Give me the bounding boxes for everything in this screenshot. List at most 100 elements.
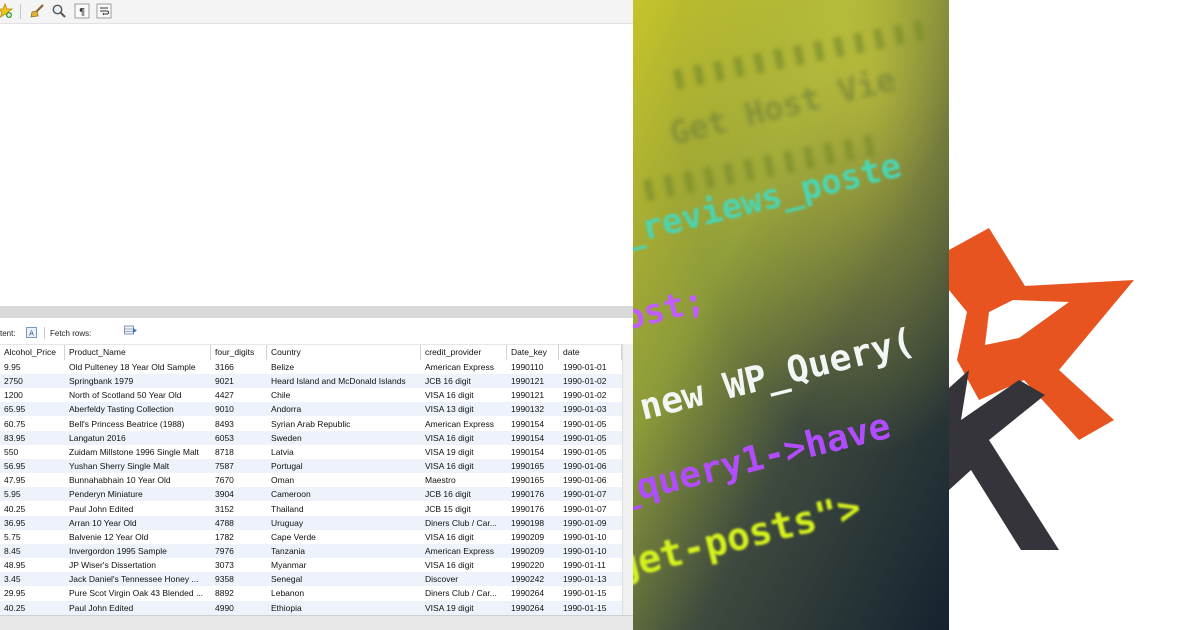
table-cell[interactable]: 3073 [211,558,267,572]
table-cell[interactable]: 1990176 [507,487,559,501]
table-cell[interactable]: Diners Club / Car... [421,586,507,600]
table-cell[interactable]: VISA 16 digit [421,431,507,445]
table-cell[interactable]: Syrian Arab Republic [267,417,421,431]
table-cell[interactable]: 1990-01-11 [559,558,622,572]
table-cell[interactable]: 1990-01-02 [559,388,622,402]
table-cell[interactable]: 83.95 [0,431,65,445]
table-cell[interactable]: Diners Club / Car... [421,516,507,530]
table-cell[interactable]: 8.45 [0,544,65,558]
table-cell[interactable]: JP Wiser's Dissertation [65,558,211,572]
table-cell[interactable]: 3904 [211,487,267,501]
table-cell[interactable]: Arran 10 Year Old [65,516,211,530]
table-row[interactable]: 1200 North of Scotland 50 Year Old 4427 Chi… [0,388,622,403]
column-header[interactable]: Date_key [507,345,559,360]
column-header[interactable]: Alcohol_Price [0,345,65,360]
table-cell[interactable]: 4990 [211,601,267,615]
table-cell[interactable]: Maestro [421,473,507,487]
table-cell[interactable]: 1990198 [507,516,559,530]
table-cell[interactable]: 1990-01-05 [559,445,622,459]
table-cell[interactable]: 7670 [211,473,267,487]
table-cell[interactable]: Cape Verde [267,530,421,544]
table-cell[interactable]: 1990176 [507,502,559,516]
table-cell[interactable]: 1990154 [507,431,559,445]
vertical-scrollbar[interactable] [622,344,633,616]
table-cell[interactable]: Paul John Edited [65,502,211,516]
table-cell[interactable]: 1990-01-09 [559,516,622,530]
table-cell[interactable]: Yushan Sherry Single Malt [65,459,211,473]
table-row[interactable]: 5.75 Balvenie 12 Year Old 1782 Cape Verde VI… [0,529,622,544]
table-cell[interactable]: 1990-01-05 [559,431,622,445]
table-cell[interactable]: 3166 [211,360,267,374]
table-cell[interactable]: Pure Scot Virgin Oak 43 Blended ... [65,586,211,600]
column-header[interactable]: four_digits [211,345,267,360]
table-cell[interactable]: Penderyn Miniature [65,487,211,501]
table-cell[interactable]: Zuidam Millstone 1996 Single Malt [65,445,211,459]
column-header[interactable]: Country [267,345,421,360]
table-cell[interactable]: 1990121 [507,388,559,402]
table-cell[interactable]: 1990154 [507,417,559,431]
column-header[interactable]: date [559,345,622,360]
table-cell[interactable]: 3.45 [0,572,65,586]
table-cell[interactable]: Senegal [267,572,421,586]
magnifier-icon[interactable] [51,3,67,19]
table-row[interactable]: 2750 Springbank 1979 9021 Heard Island and … [0,374,622,389]
table-cell[interactable]: 1990-01-10 [559,544,622,558]
table-cell[interactable]: Paul John Edited [65,601,211,615]
table-cell[interactable]: 6053 [211,431,267,445]
table-cell[interactable]: 1990242 [507,572,559,586]
table-row[interactable]: 3.45 Jack Daniel's Tennessee Honey ... 935… [0,572,622,587]
table-cell[interactable]: 40.25 [0,601,65,615]
table-cell[interactable]: Portugal [267,459,421,473]
table-cell[interactable]: Jack Daniel's Tennessee Honey ... [65,572,211,586]
table-cell[interactable]: 1990-01-07 [559,487,622,501]
table-cell[interactable]: Heard Island and McDonald Islands [267,374,421,388]
table-cell[interactable]: Oman [267,473,421,487]
table-row[interactable]: 550 Zuidam Millstone 1996 Single Malt 8718… [0,444,622,459]
table-row[interactable]: 65.95 Aberfeldy Tasting Collection 9010 And… [0,402,622,417]
table-row[interactable]: 5.95 Penderyn Miniature 3904 Cameroon JCB 16… [0,487,622,502]
table-cell[interactable]: American Express [421,544,507,558]
pane-splitter[interactable] [0,306,633,318]
table-cell[interactable]: Andorra [267,402,421,416]
table-cell[interactable]: 56.95 [0,459,65,473]
table-cell[interactable]: 1990154 [507,445,559,459]
table-cell[interactable]: 1990209 [507,544,559,558]
table-cell[interactable]: VISA 13 digit [421,402,507,416]
sql-editor[interactable] [0,24,633,306]
table-cell[interactable]: 5.95 [0,487,65,501]
table-cell[interactable]: 1782 [211,530,267,544]
table-cell[interactable]: 5.75 [0,530,65,544]
table-cell[interactable]: 1990-01-15 [559,586,622,600]
table-cell[interactable]: American Express [421,417,507,431]
table-cell[interactable]: 3152 [211,502,267,516]
table-cell[interactable]: JCB 16 digit [421,374,507,388]
table-cell[interactable]: Invergordon 1995 Sample [65,544,211,558]
table-cell[interactable]: 2750 [0,374,65,388]
table-cell[interactable]: 65.95 [0,402,65,416]
table-cell[interactable]: 1990-01-05 [559,417,622,431]
table-cell[interactable]: American Express [421,360,507,374]
pilcrow-icon[interactable]: ¶ [74,3,90,19]
table-cell[interactable]: 1990264 [507,601,559,615]
table-cell[interactable]: Lebanon [267,586,421,600]
table-cell[interactable]: 1990165 [507,473,559,487]
table-cell[interactable]: 1990-01-07 [559,502,622,516]
table-cell[interactable]: Discover [421,572,507,586]
table-row[interactable]: 9.95 Old Pulteney 18 Year Old Sample 3166 B… [0,360,622,374]
table-row[interactable]: 40.25 Paul John Edited 3152 Thailand JCB 15 … [0,501,622,516]
table-cell[interactable]: 36.95 [0,516,65,530]
table-cell[interactable]: Old Pulteney 18 Year Old Sample [65,360,211,374]
table-cell[interactable]: Thailand [267,502,421,516]
table-row[interactable]: 83.95 Langatun 2016 6053 Sweden VISA 16 digi… [0,430,622,445]
table-cell[interactable]: Ethiopia [267,601,421,615]
table-cell[interactable]: 8718 [211,445,267,459]
table-row[interactable]: 47.95 Bunnahabhain 10 Year Old 7670 Oman Mae… [0,473,622,488]
table-cell[interactable]: Latvia [267,445,421,459]
table-row[interactable]: 56.95 Yushan Sherry Single Malt 7587 Portug… [0,459,622,474]
star-add-icon[interactable] [0,3,13,19]
table-row[interactable]: 8.45 Invergordon 1995 Sample 7976 Tanzania A… [0,543,622,558]
fetch-rows-icon[interactable] [124,325,138,338]
table-cell[interactable]: Cameroon [267,487,421,501]
table-cell[interactable]: North of Scotland 50 Year Old [65,388,211,402]
table-cell[interactable]: 4427 [211,388,267,402]
